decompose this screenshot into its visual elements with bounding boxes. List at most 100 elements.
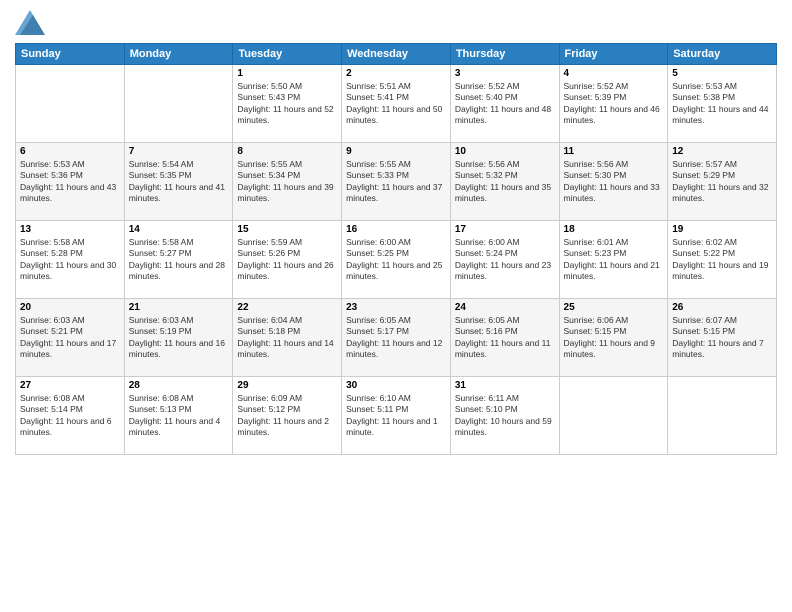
- day-cell: [16, 65, 125, 143]
- day-number: 21: [129, 302, 229, 313]
- day-info: Sunrise: 6:06 AM Sunset: 5:15 PM Dayligh…: [564, 315, 664, 361]
- header-cell-wednesday: Wednesday: [342, 44, 451, 65]
- day-cell: 8 Sunrise: 5:55 AM Sunset: 5:34 PM Daylig…: [233, 143, 342, 221]
- day-number: 2: [346, 68, 446, 79]
- day-number: 25: [564, 302, 664, 313]
- day-cell: 29 Sunrise: 6:09 AM Sunset: 5:12 PM Dayli…: [233, 377, 342, 455]
- day-info: Sunrise: 5:55 AM Sunset: 5:34 PM Dayligh…: [237, 159, 337, 205]
- day-info: Sunrise: 5:51 AM Sunset: 5:41 PM Dayligh…: [346, 81, 446, 127]
- day-number: 30: [346, 380, 446, 391]
- day-cell: 30 Sunrise: 6:10 AM Sunset: 5:11 PM Dayli…: [342, 377, 451, 455]
- day-number: 16: [346, 224, 446, 235]
- day-number: 24: [455, 302, 555, 313]
- day-info: Sunrise: 6:09 AM Sunset: 5:12 PM Dayligh…: [237, 393, 337, 439]
- day-number: 1: [237, 68, 337, 79]
- day-cell: 15Sunrise: 5:59 AM Sunset: 5:26 PM Dayli…: [233, 221, 342, 299]
- day-number: 9: [346, 146, 446, 157]
- day-info: Sunrise: 6:08 AM Sunset: 5:13 PM Dayligh…: [129, 393, 229, 439]
- day-number: 10: [455, 146, 555, 157]
- day-number: 23: [346, 302, 446, 313]
- day-number: 26: [672, 302, 772, 313]
- day-cell: 7Sunrise: 5:54 AM Sunset: 5:35 PM Daylig…: [124, 143, 233, 221]
- week-row-3: 20Sunrise: 6:03 AM Sunset: 5:21 PM Dayli…: [16, 299, 777, 377]
- day-cell: 14 Sunrise: 5:58 AM Sunset: 5:27 PM Dayli…: [124, 221, 233, 299]
- header-cell-friday: Friday: [559, 44, 668, 65]
- day-cell: 9 Sunrise: 5:55 AM Sunset: 5:33 PM Daylig…: [342, 143, 451, 221]
- day-cell: 31 Sunrise: 6:11 AM Sunset: 5:10 PM Dayli…: [450, 377, 559, 455]
- header-cell-saturday: Saturday: [668, 44, 777, 65]
- day-cell: 13 Sunrise: 5:58 AM Sunset: 5:28 PM Dayli…: [16, 221, 125, 299]
- day-number: 12: [672, 146, 772, 157]
- day-info: Sunrise: 5:58 AM Sunset: 5:28 PM Dayligh…: [20, 237, 120, 283]
- day-info: Sunrise: 6:02 AM Sunset: 5:22 PM Dayligh…: [672, 237, 772, 283]
- day-cell: 3 Sunrise: 5:52 AM Sunset: 5:40 PM Daylig…: [450, 65, 559, 143]
- day-number: 13: [20, 224, 120, 235]
- day-number: 29: [237, 380, 337, 391]
- calendar-table: SundayMondayTuesdayWednesdayThursdayFrid…: [15, 43, 777, 455]
- day-info: Sunrise: 5:50 AM Sunset: 5:43 PM Dayligh…: [237, 81, 337, 127]
- day-info: Sunrise: 5:53 AM Sunset: 5:36 PM Dayligh…: [20, 159, 120, 205]
- week-row-1: 6Sunrise: 5:53 AM Sunset: 5:36 PM Daylig…: [16, 143, 777, 221]
- day-number: 5: [672, 68, 772, 79]
- header-cell-thursday: Thursday: [450, 44, 559, 65]
- header: [15, 10, 777, 35]
- day-info: Sunrise: 6:10 AM Sunset: 5:11 PM Dayligh…: [346, 393, 446, 439]
- day-cell: [124, 65, 233, 143]
- day-number: 8: [237, 146, 337, 157]
- day-cell: 16 Sunrise: 6:00 AM Sunset: 5:25 PM Dayli…: [342, 221, 451, 299]
- day-number: 3: [455, 68, 555, 79]
- day-cell: 27 Sunrise: 6:08 AM Sunset: 5:14 PM Dayli…: [16, 377, 125, 455]
- day-cell: 17 Sunrise: 6:00 AM Sunset: 5:24 PM Dayli…: [450, 221, 559, 299]
- week-row-0: 1 Sunrise: 5:50 AM Sunset: 5:43 PM Daylig…: [16, 65, 777, 143]
- day-cell: 4 Sunrise: 5:52 AM Sunset: 5:39 PM Daylig…: [559, 65, 668, 143]
- day-cell: 12 Sunrise: 5:57 AM Sunset: 5:29 PM Dayli…: [668, 143, 777, 221]
- day-info: Sunrise: 5:52 AM Sunset: 5:39 PM Dayligh…: [564, 81, 664, 127]
- day-info: Sunrise: 6:05 AM Sunset: 5:16 PM Dayligh…: [455, 315, 555, 361]
- day-info: Sunrise: 5:55 AM Sunset: 5:33 PM Dayligh…: [346, 159, 446, 205]
- day-number: 19: [672, 224, 772, 235]
- day-number: 27: [20, 380, 120, 391]
- day-number: 11: [564, 146, 664, 157]
- day-number: 18: [564, 224, 664, 235]
- header-cell-monday: Monday: [124, 44, 233, 65]
- day-info: Sunrise: 5:57 AM Sunset: 5:29 PM Dayligh…: [672, 159, 772, 205]
- day-number: 17: [455, 224, 555, 235]
- day-cell: 26 Sunrise: 6:07 AM Sunset: 5:15 PM Dayli…: [668, 299, 777, 377]
- day-cell: [559, 377, 668, 455]
- day-info: Sunrise: 6:03 AM Sunset: 5:21 PM Dayligh…: [20, 315, 120, 361]
- week-row-4: 27 Sunrise: 6:08 AM Sunset: 5:14 PM Dayli…: [16, 377, 777, 455]
- day-info: Sunrise: 5:56 AM Sunset: 5:32 PM Dayligh…: [455, 159, 555, 205]
- day-info: Sunrise: 5:52 AM Sunset: 5:40 PM Dayligh…: [455, 81, 555, 127]
- day-number: 31: [455, 380, 555, 391]
- logo-icon: [15, 10, 45, 35]
- day-info: Sunrise: 6:00 AM Sunset: 5:24 PM Dayligh…: [455, 237, 555, 283]
- day-info: Sunrise: 6:04 AM Sunset: 5:18 PM Dayligh…: [237, 315, 337, 361]
- header-cell-tuesday: Tuesday: [233, 44, 342, 65]
- day-cell: 1 Sunrise: 5:50 AM Sunset: 5:43 PM Daylig…: [233, 65, 342, 143]
- day-cell: 5 Sunrise: 5:53 AM Sunset: 5:38 PM Daylig…: [668, 65, 777, 143]
- logo: [15, 10, 49, 35]
- day-info: Sunrise: 6:08 AM Sunset: 5:14 PM Dayligh…: [20, 393, 120, 439]
- day-number: 14: [129, 224, 229, 235]
- day-number: 4: [564, 68, 664, 79]
- day-cell: 2 Sunrise: 5:51 AM Sunset: 5:41 PM Daylig…: [342, 65, 451, 143]
- day-cell: 20Sunrise: 6:03 AM Sunset: 5:21 PM Dayli…: [16, 299, 125, 377]
- day-cell: [668, 377, 777, 455]
- day-info: Sunrise: 6:07 AM Sunset: 5:15 PM Dayligh…: [672, 315, 772, 361]
- day-cell: 28Sunrise: 6:08 AM Sunset: 5:13 PM Dayli…: [124, 377, 233, 455]
- header-cell-sunday: Sunday: [16, 44, 125, 65]
- day-cell: 25 Sunrise: 6:06 AM Sunset: 5:15 PM Dayli…: [559, 299, 668, 377]
- day-info: Sunrise: 6:01 AM Sunset: 5:23 PM Dayligh…: [564, 237, 664, 283]
- day-cell: 21Sunrise: 6:03 AM Sunset: 5:19 PM Dayli…: [124, 299, 233, 377]
- day-cell: 18 Sunrise: 6:01 AM Sunset: 5:23 PM Dayli…: [559, 221, 668, 299]
- day-info: Sunrise: 5:59 AM Sunset: 5:26 PM Dayligh…: [237, 237, 337, 283]
- day-info: Sunrise: 5:54 AM Sunset: 5:35 PM Dayligh…: [129, 159, 229, 205]
- day-info: Sunrise: 6:00 AM Sunset: 5:25 PM Dayligh…: [346, 237, 446, 283]
- day-info: Sunrise: 5:58 AM Sunset: 5:27 PM Dayligh…: [129, 237, 229, 283]
- day-number: 22: [237, 302, 337, 313]
- day-cell: 11Sunrise: 5:56 AM Sunset: 5:30 PM Dayli…: [559, 143, 668, 221]
- day-cell: 19 Sunrise: 6:02 AM Sunset: 5:22 PM Dayli…: [668, 221, 777, 299]
- day-info: Sunrise: 5:53 AM Sunset: 5:38 PM Dayligh…: [672, 81, 772, 127]
- day-cell: 22 Sunrise: 6:04 AM Sunset: 5:18 PM Dayli…: [233, 299, 342, 377]
- day-info: Sunrise: 6:11 AM Sunset: 5:10 PM Dayligh…: [455, 393, 555, 439]
